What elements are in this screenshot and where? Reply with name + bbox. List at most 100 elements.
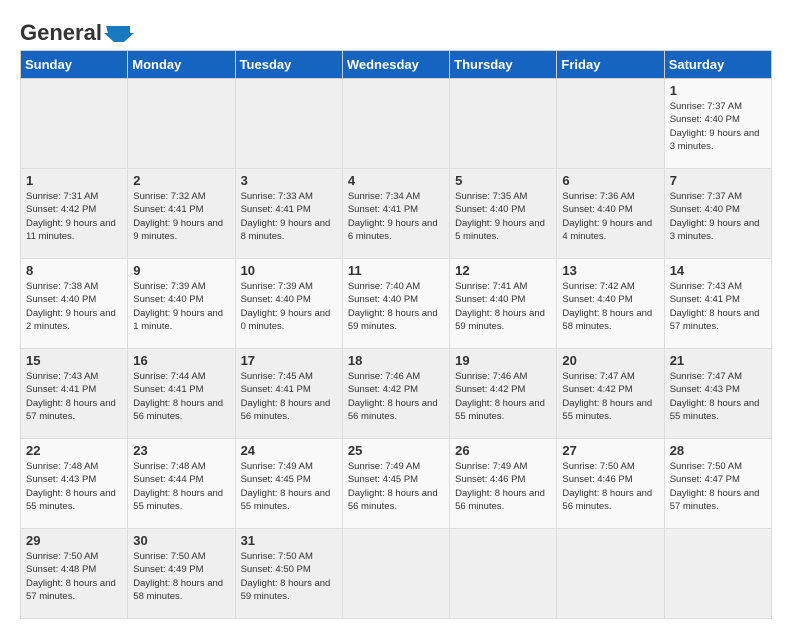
column-header-monday: Monday: [128, 51, 235, 79]
sunset-label: Sunset: 4:50 PM: [241, 564, 311, 575]
column-header-wednesday: Wednesday: [342, 51, 449, 79]
calendar-cell: [450, 529, 557, 619]
day-number: 17: [241, 353, 337, 368]
day-number: 7: [670, 173, 766, 188]
calendar-cell: 20 Sunrise: 7:47 AM Sunset: 4:42 PM Dayl…: [557, 349, 664, 439]
day-info: Sunrise: 7:41 AM Sunset: 4:40 PM Dayligh…: [455, 280, 551, 333]
sunset-label: Sunset: 4:40 PM: [26, 294, 96, 305]
day-number: 3: [241, 173, 337, 188]
day-number: 27: [562, 443, 658, 458]
daylight-label: Daylight: 8 hours and 55 minutes.: [670, 398, 760, 422]
daylight-label: Daylight: 8 hours and 55 minutes.: [26, 488, 116, 512]
calendar-cell: [450, 79, 557, 169]
daylight-label: Daylight: 8 hours and 58 minutes.: [133, 578, 223, 602]
sunset-label: Sunset: 4:42 PM: [562, 384, 632, 395]
calendar-cell: 23 Sunrise: 7:48 AM Sunset: 4:44 PM Dayl…: [128, 439, 235, 529]
day-info: Sunrise: 7:36 AM Sunset: 4:40 PM Dayligh…: [562, 190, 658, 243]
daylight-label: Daylight: 9 hours and 1 minute.: [133, 308, 223, 332]
sunrise-label: Sunrise: 7:44 AM: [133, 371, 205, 382]
day-info: Sunrise: 7:43 AM Sunset: 4:41 PM Dayligh…: [670, 280, 766, 333]
day-number: 6: [562, 173, 658, 188]
day-number: 8: [26, 263, 122, 278]
day-number: 12: [455, 263, 551, 278]
calendar-cell: [557, 529, 664, 619]
sunset-label: Sunset: 4:46 PM: [455, 474, 525, 485]
sunrise-label: Sunrise: 7:40 AM: [348, 281, 420, 292]
sunrise-label: Sunrise: 7:50 AM: [26, 551, 98, 562]
calendar-cell: 25 Sunrise: 7:49 AM Sunset: 4:45 PM Dayl…: [342, 439, 449, 529]
calendar-week-row: 22 Sunrise: 7:48 AM Sunset: 4:43 PM Dayl…: [21, 439, 772, 529]
day-info: Sunrise: 7:46 AM Sunset: 4:42 PM Dayligh…: [455, 370, 551, 423]
calendar-cell: [235, 79, 342, 169]
calendar-cell: 8 Sunrise: 7:38 AM Sunset: 4:40 PM Dayli…: [21, 259, 128, 349]
daylight-label: Daylight: 9 hours and 8 minutes.: [241, 218, 331, 242]
sunset-label: Sunset: 4:46 PM: [562, 474, 632, 485]
day-info: Sunrise: 7:38 AM Sunset: 4:40 PM Dayligh…: [26, 280, 122, 333]
daylight-label: Daylight: 8 hours and 59 minutes.: [348, 308, 438, 332]
sunset-label: Sunset: 4:43 PM: [670, 384, 740, 395]
day-number: 1: [670, 83, 766, 98]
calendar-table: SundayMondayTuesdayWednesdayThursdayFrid…: [20, 50, 772, 619]
calendar-cell: [21, 79, 128, 169]
calendar-cell: 31 Sunrise: 7:50 AM Sunset: 4:50 PM Dayl…: [235, 529, 342, 619]
sunset-label: Sunset: 4:47 PM: [670, 474, 740, 485]
sunrise-label: Sunrise: 7:46 AM: [348, 371, 420, 382]
daylight-label: Daylight: 8 hours and 59 minutes.: [455, 308, 545, 332]
day-info: Sunrise: 7:45 AM Sunset: 4:41 PM Dayligh…: [241, 370, 337, 423]
daylight-label: Daylight: 8 hours and 56 minutes.: [562, 488, 652, 512]
calendar-cell: 7 Sunrise: 7:37 AM Sunset: 4:40 PM Dayli…: [664, 169, 771, 259]
column-header-tuesday: Tuesday: [235, 51, 342, 79]
calendar-cell: [342, 79, 449, 169]
daylight-label: Daylight: 8 hours and 59 minutes.: [241, 578, 331, 602]
sunset-label: Sunset: 4:43 PM: [26, 474, 96, 485]
sunrise-label: Sunrise: 7:50 AM: [133, 551, 205, 562]
daylight-label: Daylight: 9 hours and 2 minutes.: [26, 308, 116, 332]
day-info: Sunrise: 7:43 AM Sunset: 4:41 PM Dayligh…: [26, 370, 122, 423]
sunset-label: Sunset: 4:40 PM: [562, 294, 632, 305]
calendar-cell: 3 Sunrise: 7:33 AM Sunset: 4:41 PM Dayli…: [235, 169, 342, 259]
day-number: 29: [26, 533, 122, 548]
sunset-label: Sunset: 4:41 PM: [670, 294, 740, 305]
sunrise-label: Sunrise: 7:50 AM: [562, 461, 634, 472]
day-info: Sunrise: 7:37 AM Sunset: 4:40 PM Dayligh…: [670, 100, 766, 153]
daylight-label: Daylight: 8 hours and 56 minutes.: [348, 398, 438, 422]
calendar-cell: 22 Sunrise: 7:48 AM Sunset: 4:43 PM Dayl…: [21, 439, 128, 529]
logo-text-general: General: [20, 20, 102, 46]
calendar-cell: [128, 79, 235, 169]
day-number: 4: [348, 173, 444, 188]
sunrise-label: Sunrise: 7:46 AM: [455, 371, 527, 382]
calendar-cell: 28 Sunrise: 7:50 AM Sunset: 4:47 PM Dayl…: [664, 439, 771, 529]
day-number: 25: [348, 443, 444, 458]
day-info: Sunrise: 7:37 AM Sunset: 4:40 PM Dayligh…: [670, 190, 766, 243]
day-info: Sunrise: 7:48 AM Sunset: 4:43 PM Dayligh…: [26, 460, 122, 513]
sunrise-label: Sunrise: 7:37 AM: [670, 101, 742, 112]
calendar-cell: 17 Sunrise: 7:45 AM Sunset: 4:41 PM Dayl…: [235, 349, 342, 439]
day-info: Sunrise: 7:35 AM Sunset: 4:40 PM Dayligh…: [455, 190, 551, 243]
calendar-cell: [342, 529, 449, 619]
sunrise-label: Sunrise: 7:47 AM: [670, 371, 742, 382]
day-info: Sunrise: 7:48 AM Sunset: 4:44 PM Dayligh…: [133, 460, 229, 513]
sunrise-label: Sunrise: 7:38 AM: [26, 281, 98, 292]
calendar-cell: 21 Sunrise: 7:47 AM Sunset: 4:43 PM Dayl…: [664, 349, 771, 439]
day-number: 1: [26, 173, 122, 188]
daylight-label: Daylight: 8 hours and 56 minutes.: [455, 488, 545, 512]
day-info: Sunrise: 7:33 AM Sunset: 4:41 PM Dayligh…: [241, 190, 337, 243]
day-number: 5: [455, 173, 551, 188]
sunrise-label: Sunrise: 7:37 AM: [670, 191, 742, 202]
daylight-label: Daylight: 9 hours and 11 minutes.: [26, 218, 116, 242]
day-number: 20: [562, 353, 658, 368]
day-number: 14: [670, 263, 766, 278]
daylight-label: Daylight: 8 hours and 56 minutes.: [348, 488, 438, 512]
calendar-cell: 5 Sunrise: 7:35 AM Sunset: 4:40 PM Dayli…: [450, 169, 557, 259]
daylight-label: Daylight: 8 hours and 57 minutes.: [670, 488, 760, 512]
sunrise-label: Sunrise: 7:49 AM: [241, 461, 313, 472]
sunrise-label: Sunrise: 7:34 AM: [348, 191, 420, 202]
sunset-label: Sunset: 4:41 PM: [241, 384, 311, 395]
sunset-label: Sunset: 4:41 PM: [348, 204, 418, 215]
sunrise-label: Sunrise: 7:31 AM: [26, 191, 98, 202]
daylight-label: Daylight: 9 hours and 5 minutes.: [455, 218, 545, 242]
calendar-cell: 9 Sunrise: 7:39 AM Sunset: 4:40 PM Dayli…: [128, 259, 235, 349]
daylight-label: Daylight: 8 hours and 55 minutes.: [455, 398, 545, 422]
calendar-cell: 26 Sunrise: 7:49 AM Sunset: 4:46 PM Dayl…: [450, 439, 557, 529]
calendar-cell: 19 Sunrise: 7:46 AM Sunset: 4:42 PM Dayl…: [450, 349, 557, 439]
